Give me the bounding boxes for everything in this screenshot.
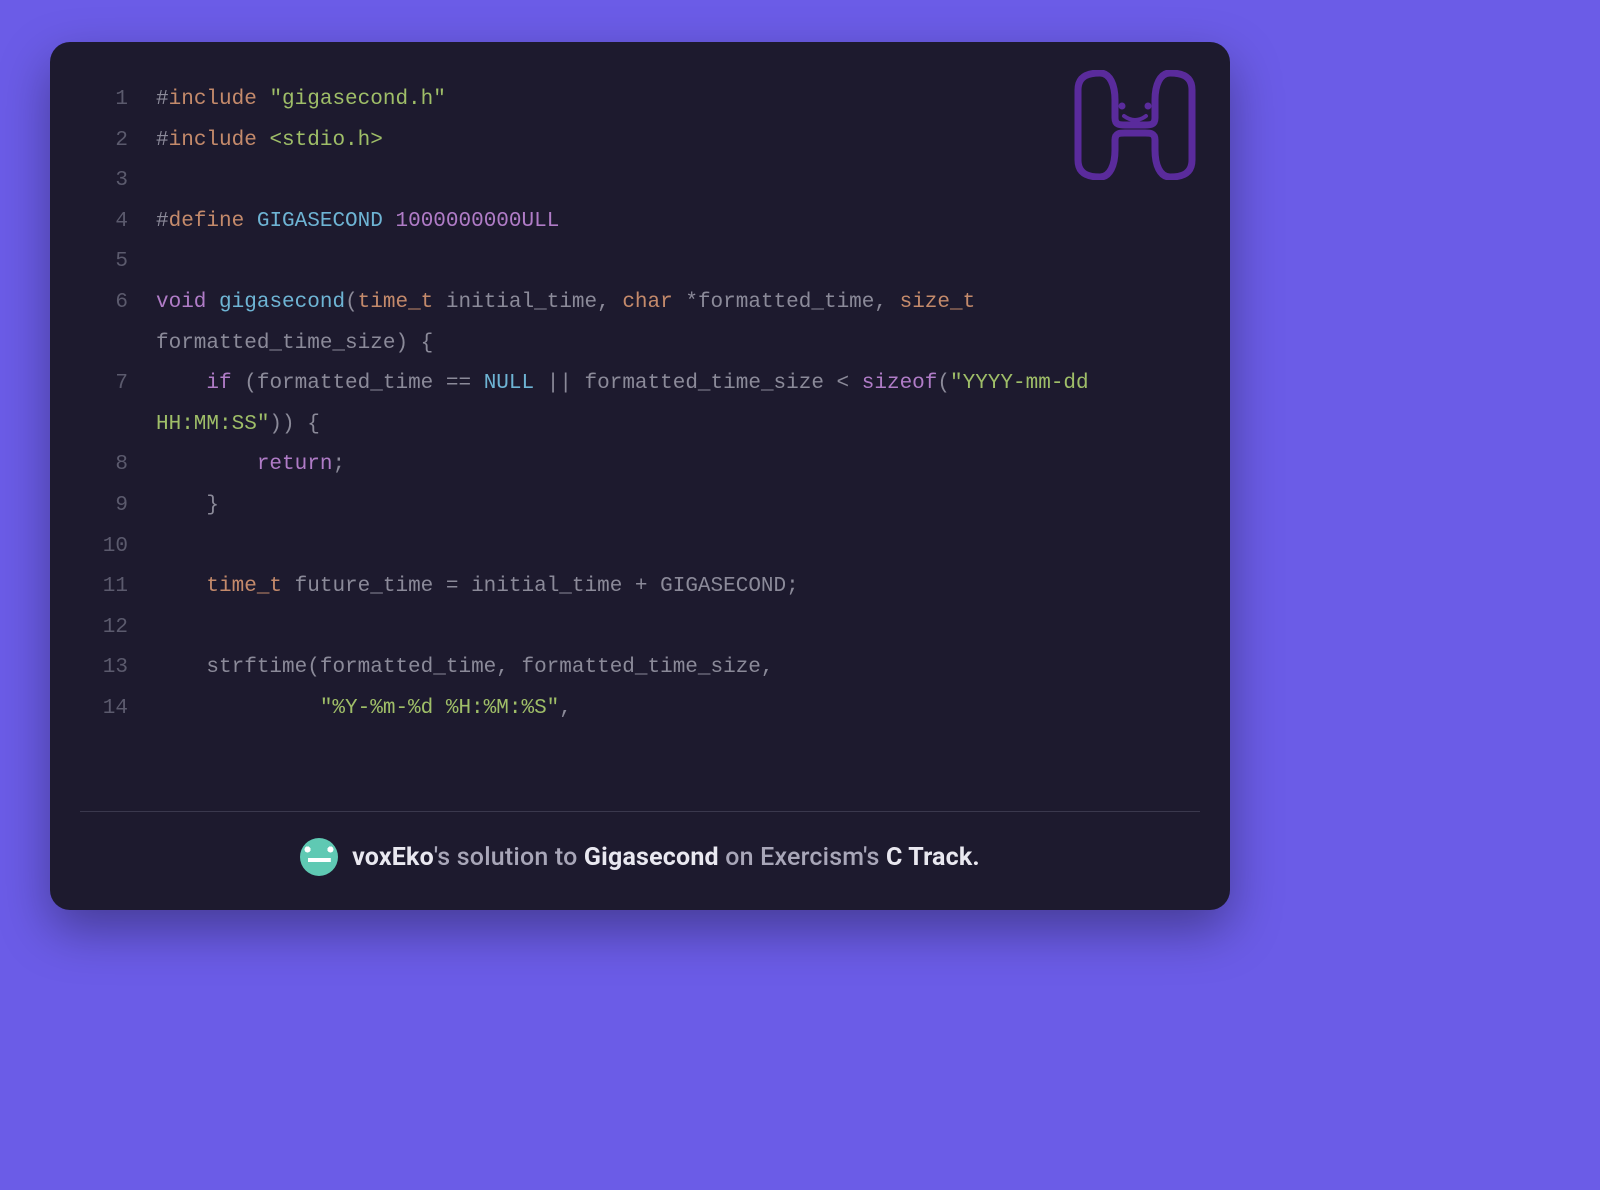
code-line: 13 strftime(formatted_time, formatted_ti… xyxy=(80,648,1200,689)
code-line: 10 xyxy=(80,527,1200,568)
code-content[interactable]: if (formatted_time == NULL || formatted_… xyxy=(128,364,1200,445)
avatar xyxy=(300,838,338,876)
code-line: 5 xyxy=(80,242,1200,283)
code-block[interactable]: 1#include "gigasecond.h"2#include <stdio… xyxy=(80,80,1200,730)
footer-mid1: 's solution to xyxy=(434,843,584,872)
footer-user: voxEko xyxy=(352,843,434,872)
code-line: 11 time_t future_time = initial_time + G… xyxy=(80,567,1200,608)
code-content[interactable]: strftime(formatted_time, formatted_time_… xyxy=(128,648,1200,689)
code-area: 1#include "gigasecond.h"2#include <stdio… xyxy=(50,42,1230,811)
card-footer: voxEko's solution to Gigasecond on Exerc… xyxy=(80,811,1200,910)
code-content[interactable]: "%Y-%m-%d %H:%M:%S", xyxy=(128,689,1200,730)
line-number: 13 xyxy=(80,648,128,689)
line-number: 1 xyxy=(80,80,128,121)
line-number: 11 xyxy=(80,567,128,608)
code-content[interactable] xyxy=(128,608,1200,649)
code-content[interactable]: #include <stdio.h> xyxy=(128,121,1200,162)
line-number: 10 xyxy=(80,527,128,568)
code-content[interactable]: return; xyxy=(128,445,1200,486)
code-content[interactable]: #define GIGASECOND 1000000000ULL xyxy=(128,202,1200,243)
line-number: 9 xyxy=(80,486,128,527)
code-line: 12 xyxy=(80,608,1200,649)
code-line: 6void gigasecond(time_t initial_time, ch… xyxy=(80,283,1200,364)
line-number: 2 xyxy=(80,121,128,162)
code-line: 14 "%Y-%m-%d %H:%M:%S", xyxy=(80,689,1200,730)
footer-mid2: on Exercism's xyxy=(719,843,886,872)
code-line: 4#define GIGASECOND 1000000000ULL xyxy=(80,202,1200,243)
code-line: 2#include <stdio.h> xyxy=(80,121,1200,162)
line-number: 7 xyxy=(80,364,128,445)
line-number: 4 xyxy=(80,202,128,243)
code-line: 3 xyxy=(80,161,1200,202)
footer-track: C Track. xyxy=(886,843,980,872)
code-content[interactable] xyxy=(128,161,1200,202)
footer-caption: voxEko's solution to Gigasecond on Exerc… xyxy=(352,843,980,872)
line-number: 14 xyxy=(80,689,128,730)
code-content[interactable]: #include "gigasecond.h" xyxy=(128,80,1200,121)
code-content[interactable]: } xyxy=(128,486,1200,527)
code-line: 7 if (formatted_time == NULL || formatte… xyxy=(80,364,1200,445)
code-line: 9 } xyxy=(80,486,1200,527)
code-content[interactable] xyxy=(128,527,1200,568)
line-number: 6 xyxy=(80,283,128,364)
code-card: 1#include "gigasecond.h"2#include <stdio… xyxy=(50,42,1230,910)
line-number: 12 xyxy=(80,608,128,649)
code-content[interactable] xyxy=(128,242,1200,283)
code-content[interactable]: void gigasecond(time_t initial_time, cha… xyxy=(128,283,1200,364)
line-number: 3 xyxy=(80,161,128,202)
line-number: 5 xyxy=(80,242,128,283)
footer-exercise: Gigasecond xyxy=(584,843,719,872)
line-number: 8 xyxy=(80,445,128,486)
code-line: 8 return; xyxy=(80,445,1200,486)
code-line: 1#include "gigasecond.h" xyxy=(80,80,1200,121)
code-content[interactable]: time_t future_time = initial_time + GIGA… xyxy=(128,567,1200,608)
